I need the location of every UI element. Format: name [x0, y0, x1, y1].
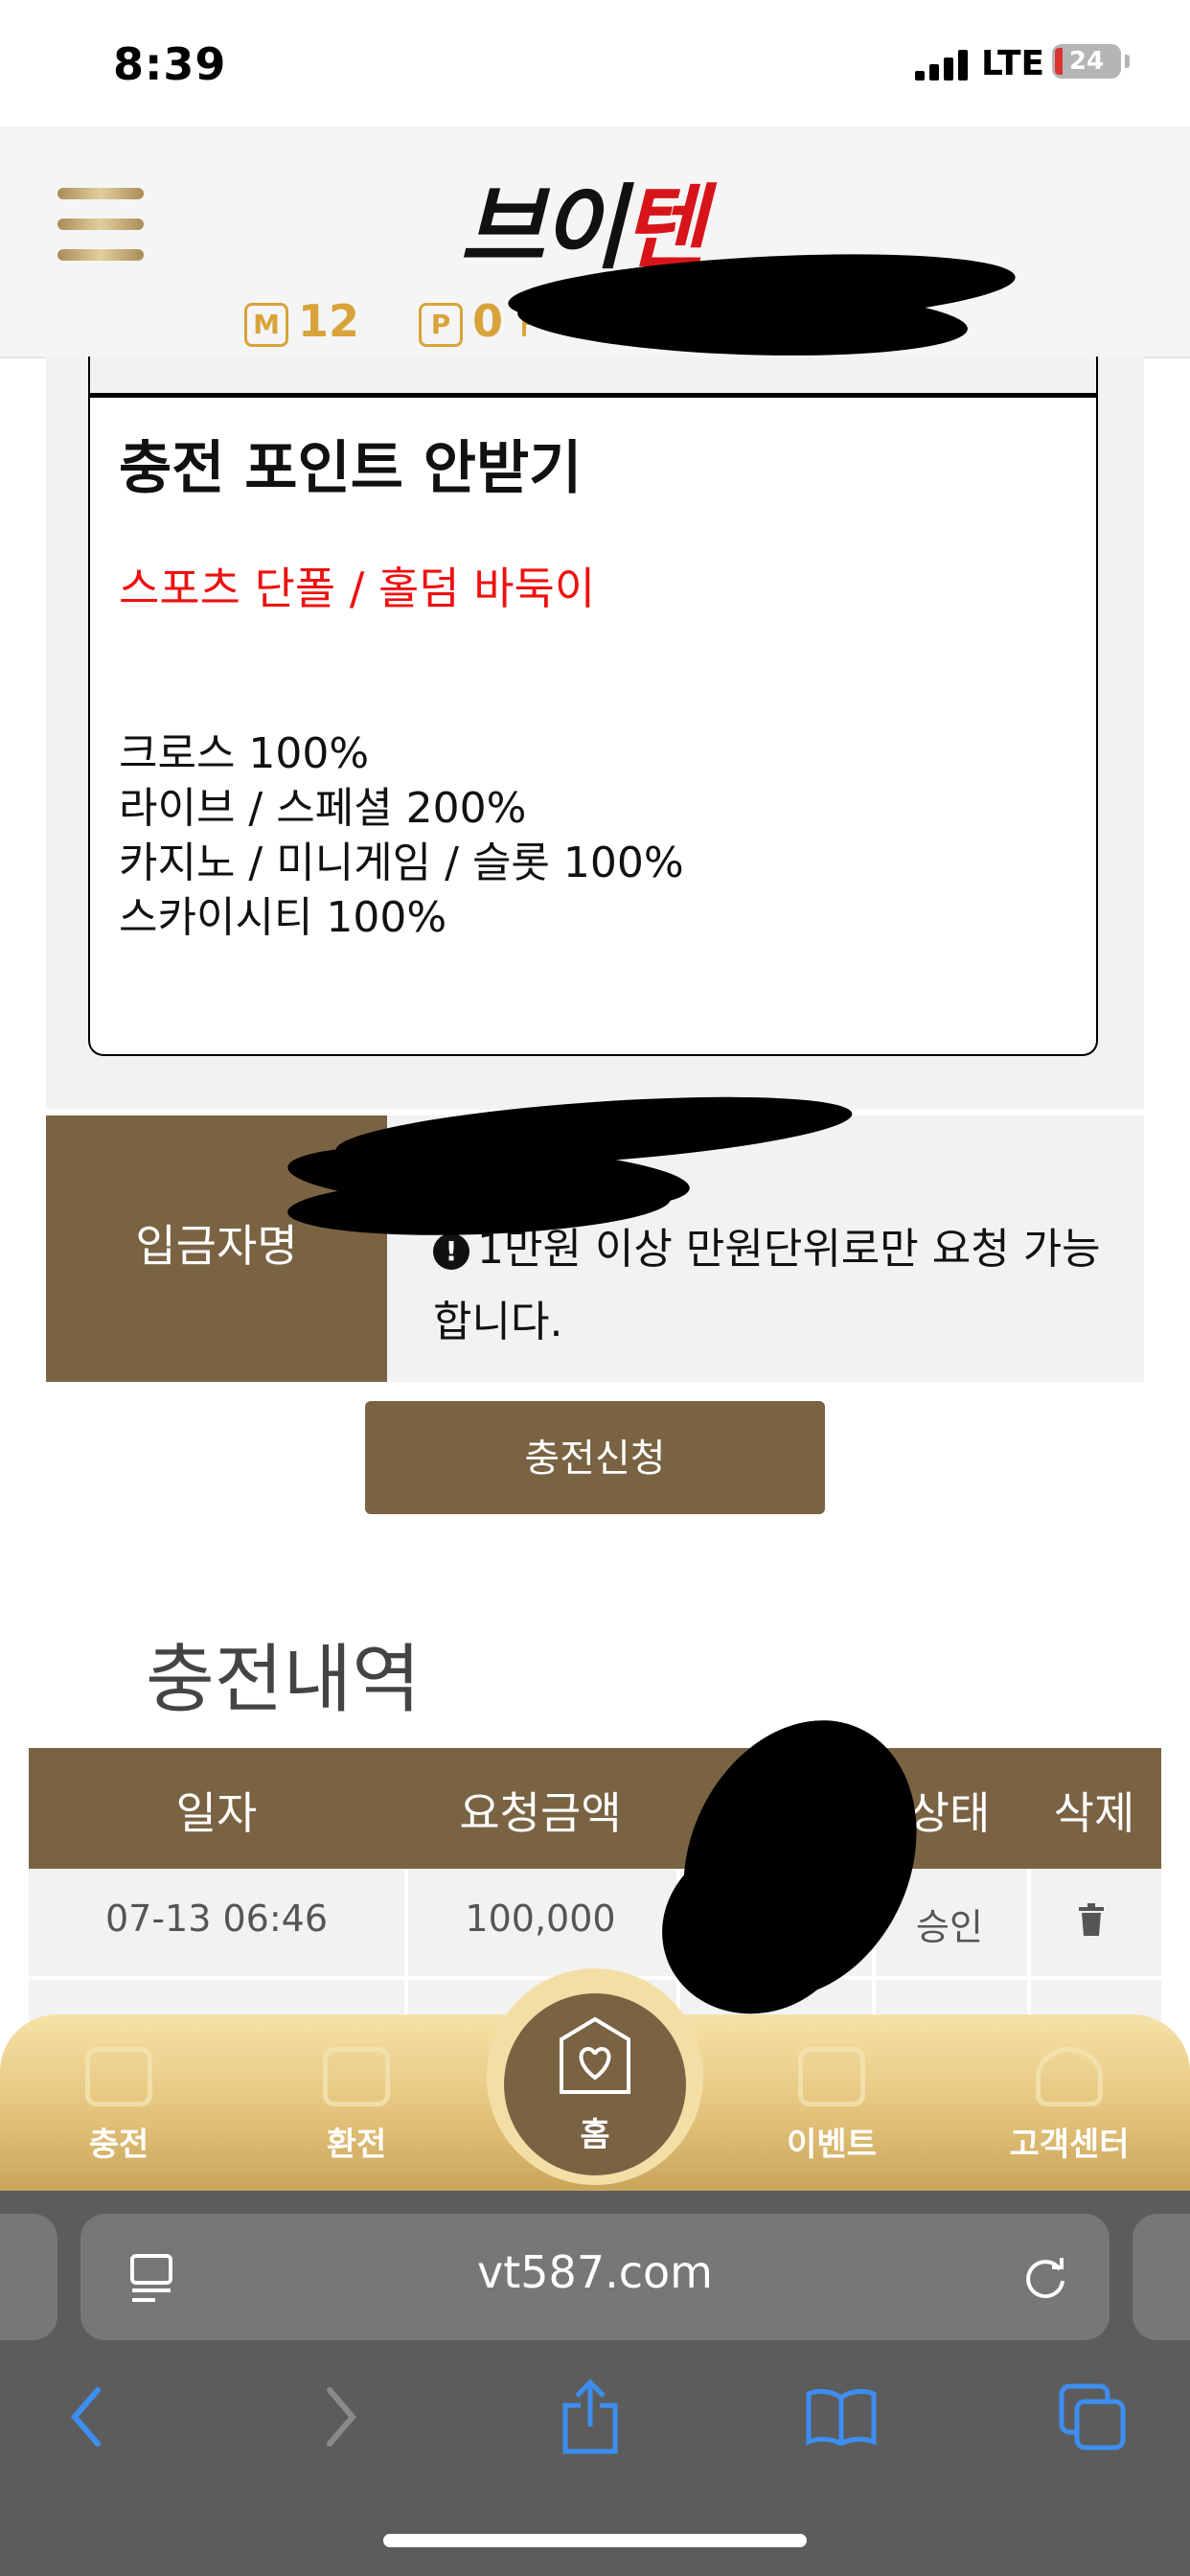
battery-tip [1125, 55, 1130, 68]
bookmarks-icon[interactable] [805, 2388, 878, 2447]
nav-item-event[interactable]: 이벤트 [736, 2047, 927, 2165]
logo-text: 브이 [460, 174, 626, 282]
hamburger-menu-icon[interactable] [57, 188, 144, 264]
headset-icon [1036, 2047, 1103, 2106]
status-time: 8:39 [113, 38, 227, 90]
money-icon [85, 2047, 152, 2106]
notice-subtitle: 스포츠 단폴 / 홀덤 바둑이 [119, 563, 596, 614]
nav-item-support[interactable]: 고객센터 [973, 2047, 1165, 2165]
info-icon: ! [433, 1233, 469, 1270]
wallet-icon [323, 2047, 390, 2106]
divider [88, 356, 90, 395]
balance-bar: M12 P0 P [244, 295, 541, 347]
divider [1096, 356, 1098, 395]
share-icon[interactable] [560, 2379, 621, 2455]
rate-line: 크로스 100% [119, 729, 370, 778]
nav-label: 환전 [326, 2126, 387, 2164]
network-label: LTE [981, 44, 1045, 83]
nav-label: 고객센터 [1009, 2126, 1130, 2164]
charge-request-button[interactable]: 충전신청 [365, 1401, 825, 1514]
rate-line: 카지노 / 미니게임 / 슬롯 100% [119, 839, 684, 887]
trash-icon[interactable] [1077, 1903, 1106, 1936]
reload-icon[interactable] [1021, 2254, 1069, 2302]
signal-icon [915, 50, 969, 80]
home-indicator [383, 2534, 807, 2547]
nav-label: 홈 [580, 2116, 610, 2154]
history-title: 충전내역 [146, 1637, 422, 1723]
battery-low-indicator [1055, 48, 1063, 75]
deposit-notice: ! 1만원 이상 만원단위로만 요청 가능합니다. [433, 1213, 1104, 1359]
nav-item-exchange[interactable]: 환전 [261, 2047, 452, 2165]
column-header: 일자 [175, 1787, 258, 1839]
gift-icon [798, 2047, 865, 2106]
row-date: 07-13 06:46 [104, 1898, 328, 1940]
deposit-notice-text: 1만원 이상 만원단위로만 요청 가능합니다. [433, 1225, 1101, 1346]
home-heart-icon [558, 2016, 632, 2095]
back-icon[interactable] [67, 2386, 105, 2448]
column-header: 요청금액 [459, 1787, 622, 1839]
notice-title: 충전 포인트 안받기 [119, 435, 583, 502]
rate-line: 스카이시티 100% [119, 893, 447, 942]
money-balance: 12 [298, 295, 360, 347]
url-text: vt587.com [477, 2246, 713, 2298]
nav-label: 이벤트 [787, 2126, 877, 2164]
row-amount: 100,000 [465, 1898, 616, 1940]
nav-label: 충전 [88, 2126, 149, 2164]
column-header: 삭제 [1053, 1787, 1135, 1839]
rate-line: 라이브 / 스페셜 200% [119, 784, 527, 833]
money-badge-icon: M [244, 302, 288, 347]
point-balance: 0 [472, 295, 504, 347]
next-tab-stub[interactable] [1133, 2214, 1190, 2340]
tabs-icon[interactable] [1058, 2382, 1127, 2451]
nav-item-charge[interactable]: 충전 [23, 2047, 215, 2165]
previous-tab-stub[interactable] [0, 2214, 57, 2340]
point-badge-icon: P [419, 302, 464, 347]
forward-icon [322, 2386, 360, 2448]
